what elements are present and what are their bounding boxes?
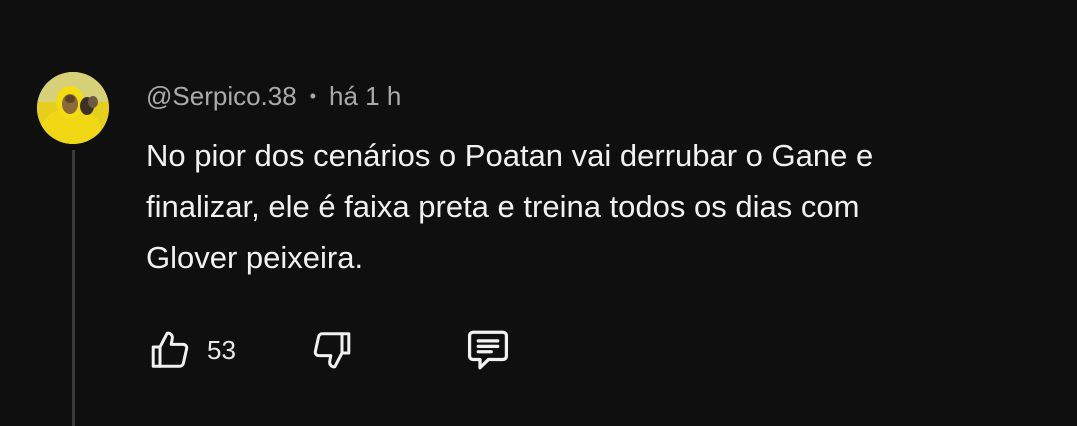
comment-bubble-icon: [467, 330, 508, 370]
comment-line: No pior dos cenários o Poatan vai derrub…: [146, 138, 874, 173]
thumbs-up-icon: [151, 331, 189, 368]
comment-line: Glover peixeira.: [146, 240, 364, 275]
comment-body: No pior dos cenários o Poatan vai derrub…: [146, 130, 1046, 283]
like-button[interactable]: 53: [146, 326, 236, 374]
like-count: 53: [207, 334, 236, 365]
comment-timestamp[interactable]: há 1 h: [329, 81, 401, 112]
reply-button[interactable]: [462, 324, 514, 376]
author-handle[interactable]: @Serpico.38: [146, 81, 297, 112]
thread-line[interactable]: [72, 150, 75, 426]
meta-separator: •: [309, 85, 317, 106]
avatar[interactable]: [37, 72, 109, 144]
comment-line: finalizar, ele é faixa preta e treina to…: [146, 189, 860, 224]
comment-actions: 53: [146, 322, 514, 378]
dislike-button[interactable]: [308, 326, 356, 374]
thumbs-down-icon: [313, 332, 351, 369]
avatar-image: [37, 72, 109, 144]
comment-meta: @Serpico.38 • há 1 h: [146, 80, 401, 112]
